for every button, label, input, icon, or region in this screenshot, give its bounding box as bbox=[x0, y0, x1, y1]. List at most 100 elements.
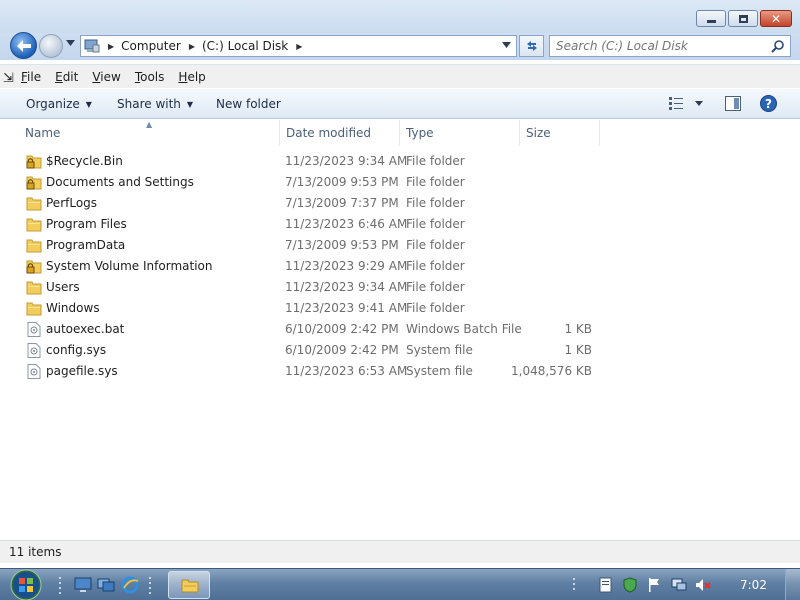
address-row: ▶ Computer ▶ (C:) Local Disk ▶ bbox=[0, 32, 800, 60]
close-icon: ✕ bbox=[770, 11, 782, 26]
file-type: File folder bbox=[406, 259, 465, 273]
folder-icon bbox=[26, 238, 42, 253]
file-date-modified: 11/23/2023 6:46 AM bbox=[285, 217, 408, 231]
action-center-flag-icon[interactable] bbox=[646, 577, 662, 593]
close-button[interactable]: ✕ bbox=[760, 10, 792, 27]
file-row[interactable]: $Recycle.Bin 11/23/2023 9:34 AM File folde… bbox=[0, 151, 800, 172]
preview-pane-icon[interactable] bbox=[725, 96, 741, 111]
windows-explorer-icon bbox=[181, 579, 199, 593]
file-type: System file bbox=[406, 364, 473, 378]
file-size: 1 KB bbox=[564, 343, 592, 357]
chevron-down-icon: ▼ bbox=[186, 99, 194, 109]
file-name: $Recycle.Bin bbox=[46, 154, 123, 168]
breadcrumb-separator-icon[interactable]: ▶ bbox=[108, 42, 114, 51]
column-name[interactable]: Name bbox=[25, 126, 60, 140]
breadcrumb-separator-icon[interactable]: ▶ bbox=[296, 42, 302, 51]
menu-file[interactable]: File bbox=[21, 70, 41, 84]
file-name: Program Files bbox=[46, 217, 127, 231]
address-bar[interactable]: ▶ Computer ▶ (C:) Local Disk ▶ bbox=[80, 35, 517, 57]
column-divider[interactable] bbox=[279, 120, 280, 146]
menu-help[interactable]: Help bbox=[178, 70, 205, 84]
start-button[interactable] bbox=[7, 569, 45, 600]
taskbar: 7:02 bbox=[0, 568, 800, 600]
file-row[interactable]: pagefile.sys 11/23/2023 6:53 AM System fil… bbox=[0, 361, 800, 382]
network-icon[interactable] bbox=[671, 577, 687, 593]
file-date-modified: 11/23/2023 6:53 AM bbox=[285, 364, 408, 378]
internet-explorer-icon[interactable] bbox=[121, 576, 139, 594]
file-row[interactable]: Windows 11/23/2023 9:41 AM File folder bbox=[0, 298, 800, 319]
clock[interactable]: 7:02 bbox=[740, 578, 767, 592]
maximize-button[interactable] bbox=[728, 10, 758, 27]
show-desktop-quicklaunch-icon[interactable] bbox=[74, 576, 92, 594]
menu-edit[interactable]: Edit bbox=[55, 70, 78, 84]
breadcrumb-local-disk[interactable]: (C:) Local Disk bbox=[202, 39, 288, 53]
breadcrumb-separator-icon[interactable]: ▶ bbox=[189, 42, 195, 51]
item-count: 11 items bbox=[9, 545, 62, 559]
file-row[interactable]: Program Files 11/23/2023 6:46 AM File fold… bbox=[0, 214, 800, 235]
minimize-icon bbox=[706, 20, 716, 23]
search-box[interactable] bbox=[549, 35, 791, 57]
organize-button[interactable]: Organize ▼ bbox=[26, 97, 92, 111]
file-list: $Recycle.Bin 11/23/2023 9:34 AM File folde… bbox=[0, 151, 800, 382]
forward-button[interactable] bbox=[39, 34, 63, 58]
column-type[interactable]: Type bbox=[406, 126, 434, 140]
search-input[interactable] bbox=[556, 39, 766, 53]
column-size[interactable]: Size bbox=[526, 126, 551, 140]
refresh-icon bbox=[526, 41, 537, 51]
menu-view[interactable]: View bbox=[92, 70, 120, 84]
view-dropdown-icon[interactable] bbox=[695, 101, 703, 106]
minimize-button[interactable] bbox=[696, 10, 726, 27]
file-date-modified: 11/23/2023 9:29 AM bbox=[285, 259, 408, 273]
taskbar-explorer-button[interactable] bbox=[168, 571, 210, 599]
taskbar-grip-icon bbox=[149, 577, 151, 594]
column-divider[interactable] bbox=[399, 120, 400, 146]
breadcrumb-computer[interactable]: Computer bbox=[121, 39, 181, 53]
file-type: Windows Batch File bbox=[406, 322, 522, 336]
file-name: Users bbox=[46, 280, 80, 294]
file-row[interactable]: Users 11/23/2023 9:34 AM File folder bbox=[0, 277, 800, 298]
switch-windows-icon[interactable] bbox=[97, 576, 115, 594]
window-titlebar[interactable]: ✕ bbox=[0, 0, 800, 33]
file-row[interactable]: System Volume Information 11/23/2023 9:29… bbox=[0, 256, 800, 277]
share-with-button[interactable]: Share with ▼ bbox=[117, 97, 193, 111]
folder-icon bbox=[26, 196, 42, 211]
file-type: File folder bbox=[406, 175, 465, 189]
recent-pages-dropdown-icon[interactable] bbox=[66, 40, 75, 46]
search-icon[interactable] bbox=[771, 40, 784, 53]
file-row[interactable]: PerfLogs 7/13/2009 7:37 PM File folder bbox=[0, 193, 800, 214]
file-name: config.sys bbox=[46, 343, 107, 357]
file-type: File folder bbox=[406, 301, 465, 315]
file-row[interactable]: ProgramData 7/13/2009 9:53 PM File folder bbox=[0, 235, 800, 256]
file-name: PerfLogs bbox=[46, 196, 98, 210]
file-name: pagefile.sys bbox=[46, 364, 118, 378]
help-icon[interactable]: ? bbox=[760, 95, 777, 112]
file-row[interactable]: Documents and Settings 7/13/2009 9:53 PM F… bbox=[0, 172, 800, 193]
refresh-button[interactable] bbox=[519, 35, 544, 57]
folder-icon bbox=[26, 217, 42, 232]
sort-ascending-icon: ▲ bbox=[146, 120, 153, 129]
command-bar: Organize ▼ Share with ▼ New folder ? bbox=[0, 89, 800, 119]
menu-tools[interactable]: Tools bbox=[135, 70, 165, 84]
locked-folder-icon bbox=[26, 175, 42, 190]
address-history-dropdown-icon[interactable] bbox=[502, 42, 511, 48]
file-type: File folder bbox=[406, 196, 465, 210]
file-row[interactable]: autoexec.bat 6/10/2009 2:42 PM Windows Bat… bbox=[0, 319, 800, 340]
column-divider[interactable] bbox=[519, 120, 520, 146]
view-options-icon[interactable] bbox=[669, 97, 685, 110]
file-row[interactable]: config.sys 6/10/2009 2:42 PM System file 1 … bbox=[0, 340, 800, 361]
volume-muted-icon[interactable] bbox=[695, 577, 711, 593]
show-desktop-button[interactable] bbox=[785, 569, 800, 600]
share-with-label: Share with bbox=[117, 97, 181, 111]
column-divider[interactable] bbox=[599, 120, 600, 146]
column-date-modified[interactable]: Date modified bbox=[286, 126, 371, 140]
folder-icon bbox=[26, 280, 42, 295]
back-button[interactable] bbox=[10, 32, 37, 59]
file-type: System file bbox=[406, 343, 473, 357]
security-shield-icon[interactable] bbox=[622, 577, 638, 593]
new-folder-button[interactable]: New folder bbox=[216, 97, 281, 111]
status-bar: 11 items bbox=[0, 540, 800, 563]
document-tray-icon[interactable] bbox=[598, 577, 614, 593]
file-size: 1,048,576 KB bbox=[511, 364, 592, 378]
tray-grip-icon bbox=[573, 578, 575, 590]
file-type: File folder bbox=[406, 238, 465, 252]
